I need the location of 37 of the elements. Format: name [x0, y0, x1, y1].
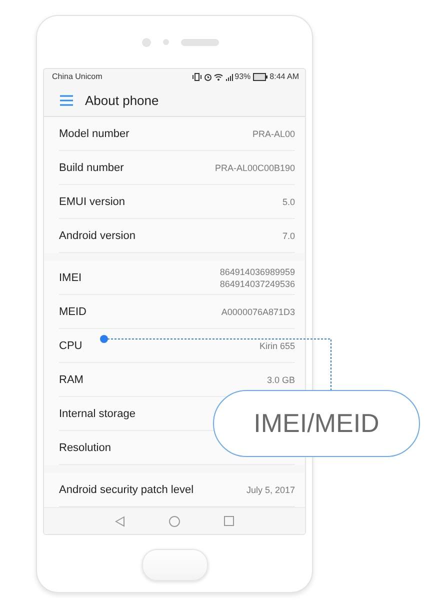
- recents-icon[interactable]: [224, 516, 234, 526]
- setting-label: Model number: [59, 128, 130, 140]
- signal-icon: [224, 72, 233, 81]
- setting-label: IMEI: [59, 272, 82, 284]
- setting-label: RAM: [59, 374, 84, 386]
- battery-icon: [252, 72, 268, 81]
- carrier-name: China Unicom: [52, 72, 102, 82]
- setting-value: July 5, 2017: [246, 484, 295, 496]
- battery-percent: 93%: [234, 72, 251, 82]
- speaker-icon: [181, 38, 219, 46]
- setting-label: EMUI version: [59, 196, 126, 208]
- setting-value: Kirin 655: [259, 340, 295, 352]
- alarm-icon: [204, 72, 212, 81]
- camera-icon: [142, 38, 151, 46]
- vibrate-icon: [192, 72, 202, 81]
- setting-value: 5.0: [282, 196, 295, 208]
- screen-title: About phone: [85, 92, 159, 108]
- setting-label: MEID: [59, 306, 86, 318]
- clock-time: 8:44 AM: [270, 72, 299, 82]
- setting-label: Internal storage: [59, 408, 136, 420]
- setting-value: PRA-AL00C00B190: [214, 162, 295, 174]
- wifi-icon: [214, 72, 223, 81]
- setting-value: 864914036989959: [220, 266, 295, 278]
- setting-value: A0000076A871D3: [221, 306, 295, 318]
- setting-label: Android security patch level: [59, 484, 194, 496]
- setting-label: Android version: [59, 230, 136, 242]
- back-icon[interactable]: [115, 516, 125, 527]
- callout-label: IMEI/MEID: [213, 390, 420, 457]
- setting-value: PRA-AL00: [252, 128, 295, 140]
- setting-label: CPU: [59, 340, 82, 352]
- menu-icon[interactable]: [60, 94, 73, 106]
- home-icon[interactable]: [169, 516, 180, 527]
- setting-label: Build number: [59, 162, 124, 174]
- setting-label: Resolution: [59, 442, 111, 454]
- setting-value: 7.0: [282, 230, 295, 242]
- setting-value: 864914037249536: [220, 278, 295, 290]
- setting-value: 3.0 GB: [266, 374, 295, 386]
